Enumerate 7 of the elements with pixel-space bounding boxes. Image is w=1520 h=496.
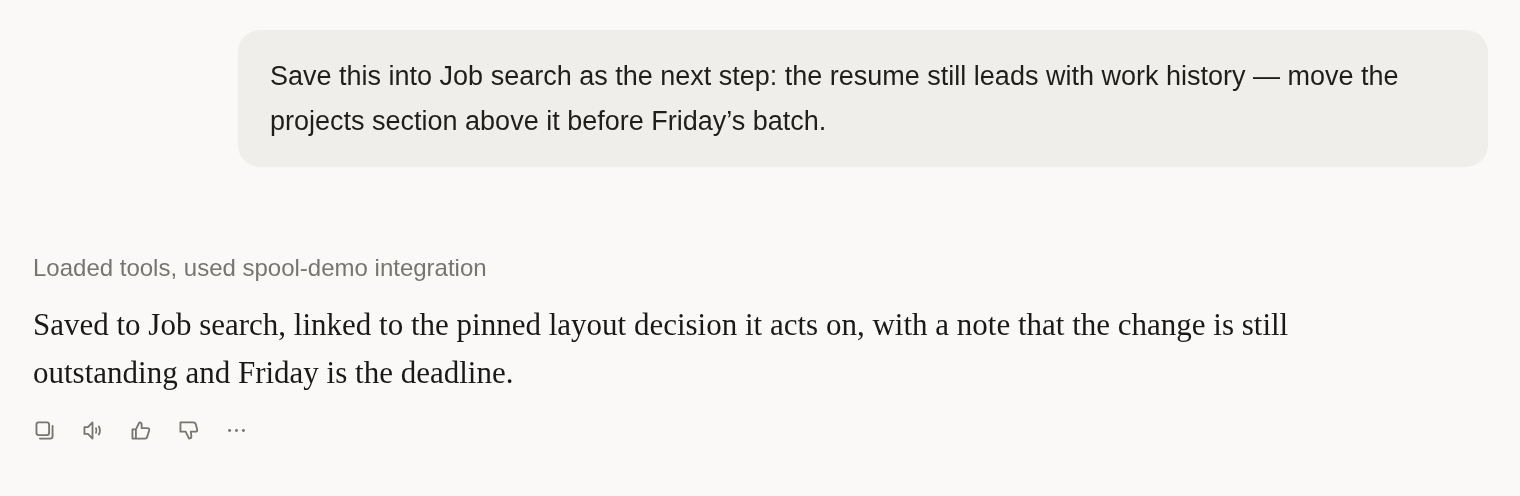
copy-icon[interactable] [33, 419, 56, 442]
assistant-message: Saved to Job search, linked to the pinned layout decision it acts on, with a note that the change is still outstanding and Friday is the deadline. [33, 306, 1290, 392]
user-message: Save this into Job search as the next step: the resume still leads with work history — move the projects section above it before Friday’s batch. [238, 30, 1488, 167]
thumbs-up-icon[interactable] [129, 419, 152, 442]
tool-summary[interactable]: Loaded tools, used spool-demo integration [33, 253, 487, 283]
speaker-icon[interactable] [81, 419, 104, 442]
thumbs-down-icon[interactable] [177, 419, 200, 442]
